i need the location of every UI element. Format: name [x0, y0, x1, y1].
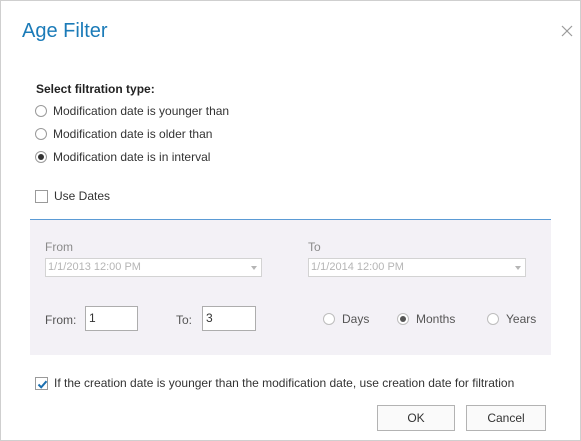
radio-button[interactable] — [35, 128, 47, 140]
checkmark-icon — [37, 380, 48, 389]
age-filter-dialog: Age Filter Select filtration type: Modif… — [0, 0, 581, 441]
use-dates-checkbox[interactable] — [35, 189, 48, 203]
radio-younger-than[interactable]: Modification date is younger than — [35, 102, 229, 120]
unit-label: Days — [342, 312, 370, 326]
radio-button[interactable] — [397, 313, 409, 325]
unit-years[interactable]: Years — [487, 311, 536, 327]
radio-older-than[interactable]: Modification date is older than — [35, 125, 212, 143]
to-date-value: 1/1/2014 12:00 PM — [311, 261, 404, 273]
close-icon[interactable] — [560, 24, 574, 38]
creation-date-checkbox[interactable] — [35, 376, 48, 390]
chevron-down-icon — [251, 266, 257, 270]
from-date-value: 1/1/2013 12:00 PM — [48, 261, 141, 273]
to-number-input[interactable]: 3 — [202, 306, 256, 331]
unit-days[interactable]: Days — [323, 311, 369, 327]
radio-label: Modification date is in interval — [53, 150, 211, 164]
chevron-down-icon — [515, 266, 521, 270]
cancel-button[interactable]: Cancel — [466, 405, 546, 431]
radio-label: Modification date is older than — [53, 127, 213, 141]
from-number-input[interactable]: 1 — [85, 306, 138, 331]
from-number-label: From: — [45, 313, 77, 327]
unit-label: Years — [506, 312, 537, 326]
ok-button[interactable]: OK — [377, 405, 455, 431]
radio-button[interactable] — [323, 313, 335, 325]
dialog-title: Age Filter — [22, 20, 108, 42]
from-date-label: From — [45, 240, 73, 254]
to-date-label: To — [308, 240, 321, 254]
to-number-label: To: — [176, 313, 193, 327]
radio-label: Modification date is younger than — [53, 104, 230, 118]
to-date-select[interactable]: 1/1/2014 12:00 PM — [308, 258, 526, 277]
radio-button[interactable] — [487, 313, 499, 325]
from-date-select[interactable]: 1/1/2013 12:00 PM — [45, 258, 262, 277]
filtration-type-heading: Select filtration type: — [36, 82, 155, 96]
creation-date-label: If the creation date is younger than the… — [54, 376, 515, 390]
creation-date-option[interactable]: If the creation date is younger than the… — [35, 375, 514, 391]
unit-months[interactable]: Months — [397, 311, 455, 327]
interval-panel — [30, 220, 551, 355]
use-dates-label: Use Dates — [54, 189, 111, 203]
radio-button[interactable] — [35, 105, 47, 117]
unit-label: Months — [416, 312, 456, 326]
radio-in-interval[interactable]: Modification date is in interval — [35, 148, 210, 166]
radio-button[interactable] — [35, 151, 47, 163]
use-dates-checkbox-row[interactable]: Use Dates — [35, 188, 110, 204]
